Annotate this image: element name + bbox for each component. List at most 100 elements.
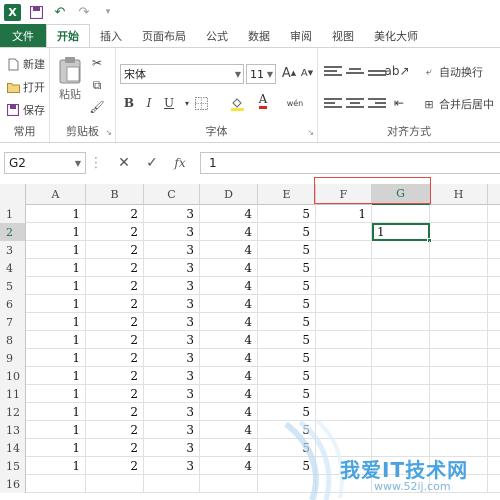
cell-b16[interactable] (86, 475, 144, 493)
cell-a4[interactable]: 1 (26, 259, 86, 277)
indent-icon[interactable]: ⇤ (390, 94, 408, 112)
cell-c13[interactable]: 3 (144, 421, 200, 439)
grow-font-button[interactable]: A ▲ (280, 64, 298, 82)
cell-e12[interactable]: 5 (258, 403, 316, 421)
name-box[interactable]: G2 ▼ (4, 152, 86, 174)
cell-d14[interactable]: 4 (200, 439, 258, 457)
cell-c3[interactable]: 3 (144, 241, 200, 259)
select-all-corner[interactable] (0, 184, 26, 205)
cell-c14[interactable]: 3 (144, 439, 200, 457)
cell-g6[interactable] (372, 295, 430, 313)
row-header[interactable]: 10 (0, 367, 26, 385)
cell-g1[interactable] (372, 205, 430, 223)
cell-h14[interactable] (430, 439, 488, 457)
cell-f6[interactable] (316, 295, 372, 313)
cell-h16[interactable] (430, 475, 488, 493)
cell-e16[interactable] (258, 475, 316, 493)
cell-d6[interactable]: 4 (200, 295, 258, 313)
cell-h12[interactable] (430, 403, 488, 421)
cell-a12[interactable]: 1 (26, 403, 86, 421)
cell-h7[interactable] (430, 313, 488, 331)
cell-g10[interactable] (372, 367, 430, 385)
cell-b1[interactable]: 2 (86, 205, 144, 223)
cell-d3[interactable]: 4 (200, 241, 258, 259)
cell-b7[interactable]: 2 (86, 313, 144, 331)
cell-e11[interactable]: 5 (258, 385, 316, 403)
tab-review[interactable]: 审阅 (280, 24, 322, 48)
cell-e7[interactable]: 5 (258, 313, 316, 331)
cell-c6[interactable]: 3 (144, 295, 200, 313)
format-painter-icon[interactable]: 🖌 (88, 98, 106, 116)
cell-h4[interactable] (430, 259, 488, 277)
cell-g9[interactable] (372, 349, 430, 367)
row-header[interactable]: 13 (0, 421, 26, 439)
cell-c9[interactable]: 3 (144, 349, 200, 367)
fill-color-icon[interactable] (228, 94, 246, 112)
cell-b6[interactable]: 2 (86, 295, 144, 313)
row-header[interactable]: 14 (0, 439, 26, 457)
cell-g14[interactable] (372, 439, 430, 457)
cell-a2[interactable]: 1 (26, 223, 86, 241)
cell-b2[interactable]: 2 (86, 223, 144, 241)
orientation-icon[interactable]: ab↗ (384, 62, 409, 80)
row-header[interactable]: 2 (0, 223, 26, 241)
cell-h3[interactable] (430, 241, 488, 259)
cell-f1[interactable]: 1 (316, 205, 372, 223)
cell-c10[interactable]: 3 (144, 367, 200, 385)
cell-b15[interactable]: 2 (86, 457, 144, 475)
tab-view[interactable]: 视图 (322, 24, 364, 48)
open-button[interactable]: 打开 (6, 79, 45, 95)
font-size-combo[interactable]: 11 ▼ (246, 64, 276, 84)
tab-page-layout[interactable]: 页面布局 (132, 24, 196, 48)
align-bottom-icon[interactable] (368, 68, 386, 82)
cell-d16[interactable] (200, 475, 258, 493)
cell-e2[interactable]: 5 (258, 223, 316, 241)
cell-f12[interactable] (316, 403, 372, 421)
cell-a11[interactable]: 1 (26, 385, 86, 403)
cell-c2[interactable]: 3 (144, 223, 200, 241)
cell-b14[interactable]: 2 (86, 439, 144, 457)
cell-f7[interactable] (316, 313, 372, 331)
column-header-b[interactable]: B (86, 184, 144, 205)
cell-a5[interactable]: 1 (26, 277, 86, 295)
cell-h1[interactable] (430, 205, 488, 223)
cell-c12[interactable]: 3 (144, 403, 200, 421)
cell-g7[interactable] (372, 313, 430, 331)
cell-e1[interactable]: 5 (258, 205, 316, 223)
column-header-f[interactable]: F (316, 184, 372, 205)
cell-f5[interactable] (316, 277, 372, 295)
cell-b12[interactable]: 2 (86, 403, 144, 421)
tab-beautify[interactable]: 美化大师 (364, 24, 428, 48)
cell-g12[interactable] (372, 403, 430, 421)
cell-a6[interactable]: 1 (26, 295, 86, 313)
cell-f10[interactable] (316, 367, 372, 385)
formula-input[interactable]: 1 (200, 152, 500, 174)
cell-e6[interactable]: 5 (258, 295, 316, 313)
cell-h8[interactable] (430, 331, 488, 349)
cell-c4[interactable]: 3 (144, 259, 200, 277)
undo-icon[interactable]: ↶ (51, 3, 69, 21)
cell-h6[interactable] (430, 295, 488, 313)
cell-d9[interactable]: 4 (200, 349, 258, 367)
align-middle-icon[interactable] (346, 66, 364, 80)
row-header[interactable]: 15 (0, 457, 26, 475)
align-center-icon[interactable] (346, 96, 364, 110)
cell-d11[interactable]: 4 (200, 385, 258, 403)
cell-g4[interactable] (372, 259, 430, 277)
cell-d4[interactable]: 4 (200, 259, 258, 277)
italic-button[interactable]: I (140, 94, 158, 112)
cell-c7[interactable]: 3 (144, 313, 200, 331)
align-top-icon[interactable] (324, 64, 342, 78)
cell-d7[interactable]: 4 (200, 313, 258, 331)
cell-c1[interactable]: 3 (144, 205, 200, 223)
cell-d10[interactable]: 4 (200, 367, 258, 385)
tab-data[interactable]: 数据 (238, 24, 280, 48)
phonetic-icon[interactable]: wén (286, 94, 304, 112)
cell-g15[interactable] (372, 457, 430, 475)
cell-c16[interactable] (144, 475, 200, 493)
wrap-text-button[interactable]: ⤶ 自动换行 (422, 64, 483, 80)
cell-a7[interactable]: 1 (26, 313, 86, 331)
cell-e10[interactable]: 5 (258, 367, 316, 385)
cell-b11[interactable]: 2 (86, 385, 144, 403)
cell-b8[interactable]: 2 (86, 331, 144, 349)
